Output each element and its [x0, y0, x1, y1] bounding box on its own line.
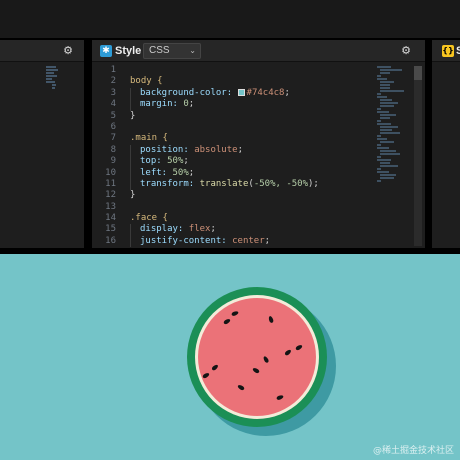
html-pane-header: ⚙ — [0, 40, 84, 62]
code-line: 16 justify-content: center; — [92, 235, 377, 248]
line-number: 2 — [110, 76, 116, 87]
code-line: 14 .face { — [92, 213, 377, 224]
code-text: .face { — [130, 213, 168, 224]
code-line: 10 left: 50%; — [92, 167, 377, 179]
code-line: 9 top: 50%; — [92, 156, 377, 168]
line-number: 6 — [110, 121, 116, 132]
code-line: 1 — [92, 65, 377, 76]
code-property: justify-content: — [140, 235, 227, 246]
code-line: 13 — [92, 202, 377, 213]
code-property: transform: — [140, 178, 195, 189]
editor-area: ⚙ ✱ Style CSS ⌄ ⚙ 1 2 body { 3 background- — [0, 38, 460, 248]
code-property: top: — [140, 156, 162, 167]
code-property: background-color: — [140, 87, 233, 98]
code-value: absolute — [194, 144, 238, 155]
css-pane-header: ✱ Style CSS ⌄ ⚙ — [92, 40, 425, 62]
code-line: 4 margin: 0; — [92, 99, 377, 111]
code-value: center — [232, 235, 265, 246]
code-value: 0 — [183, 99, 189, 110]
watermelon-flesh — [198, 298, 316, 416]
language-select[interactable]: CSS ⌄ — [143, 43, 201, 59]
line-number: 7 — [110, 133, 116, 144]
line-number: 13 — [105, 201, 116, 212]
html-editor-body[interactable] — [0, 62, 84, 248]
css3-icon: ✱ — [100, 45, 112, 57]
top-toolbar — [0, 0, 460, 38]
line-number: 10 — [105, 167, 116, 178]
code-value: 50% — [172, 167, 189, 178]
chevron-down-icon: ⌄ — [189, 46, 196, 55]
line-number: 5 — [110, 110, 116, 121]
code-text: .main { — [130, 133, 168, 144]
line-number: 3 — [110, 87, 116, 98]
code-value: #74c4c8 — [246, 87, 285, 98]
code-line: 12} — [92, 190, 377, 201]
html-editor-pane: ⚙ — [0, 40, 84, 248]
code-line: 8 position: absolute; — [92, 144, 377, 157]
code-function: translate — [199, 178, 249, 189]
code-line: 15 display: flex; — [92, 224, 377, 236]
code-line: 5} — [92, 111, 377, 122]
line-number: 9 — [110, 156, 116, 167]
css-editor-body[interactable]: 1 2 body { 3 background-color: #74c4c8; 4m… — [92, 62, 425, 248]
css-pane-title: Style — [115, 45, 142, 57]
gear-icon[interactable]: ⚙ — [62, 45, 74, 57]
code-property: position: — [140, 144, 189, 155]
code-line: 2 body { — [92, 76, 377, 87]
html-minimap[interactable] — [46, 66, 60, 96]
code-value: 50% — [167, 156, 184, 167]
js-editor-body[interactable] — [432, 62, 460, 248]
code-property: display: — [140, 224, 184, 235]
code-text: } — [130, 110, 136, 121]
code-text: body { — [130, 76, 163, 87]
code-line: 7 .main { — [92, 133, 377, 144]
code-line: 6 — [92, 122, 377, 133]
language-select-value: CSS — [149, 45, 170, 56]
js-pane-title: S — [456, 45, 460, 57]
color-swatch[interactable] — [237, 88, 245, 96]
watermark: @稀土掘金技术社区 — [372, 446, 454, 456]
gear-icon[interactable]: ⚙ — [400, 45, 412, 57]
code-line: 3 background-color: #74c4c8; — [92, 87, 377, 100]
line-number: 14 — [105, 213, 116, 224]
line-number: 1 — [110, 65, 116, 75]
js-editor-pane: {} S — [432, 40, 460, 248]
preview-area: @稀土掘金技术社区 — [0, 254, 460, 460]
css-editor-pane: ✱ Style CSS ⌄ ⚙ 1 2 body { 3 background-co… — [92, 40, 425, 248]
code-property: margin: — [140, 99, 178, 110]
code-value: -50%, -50% — [253, 178, 308, 189]
code-property: left: — [140, 167, 168, 178]
code-value: flex — [188, 224, 211, 235]
code-line: 11 transform: translate(-50%, -50%); — [92, 178, 377, 191]
line-number: 8 — [110, 144, 116, 155]
line-number: 12 — [105, 190, 116, 201]
js-icon: {} — [442, 45, 454, 57]
line-number: 4 — [110, 99, 116, 110]
line-number: 16 — [105, 235, 116, 246]
code-editor[interactable]: 1 2 body { 3 background-color: #74c4c8; 4m… — [92, 65, 377, 248]
line-number: 11 — [105, 178, 116, 189]
js-pane-header: {} S — [432, 40, 460, 62]
css-scrollbar[interactable] — [414, 66, 422, 246]
line-number: 15 — [105, 224, 116, 235]
code-text: } — [130, 190, 136, 201]
css-minimap[interactable] — [377, 66, 407, 246]
css-scrollbar-thumb[interactable] — [414, 66, 422, 80]
